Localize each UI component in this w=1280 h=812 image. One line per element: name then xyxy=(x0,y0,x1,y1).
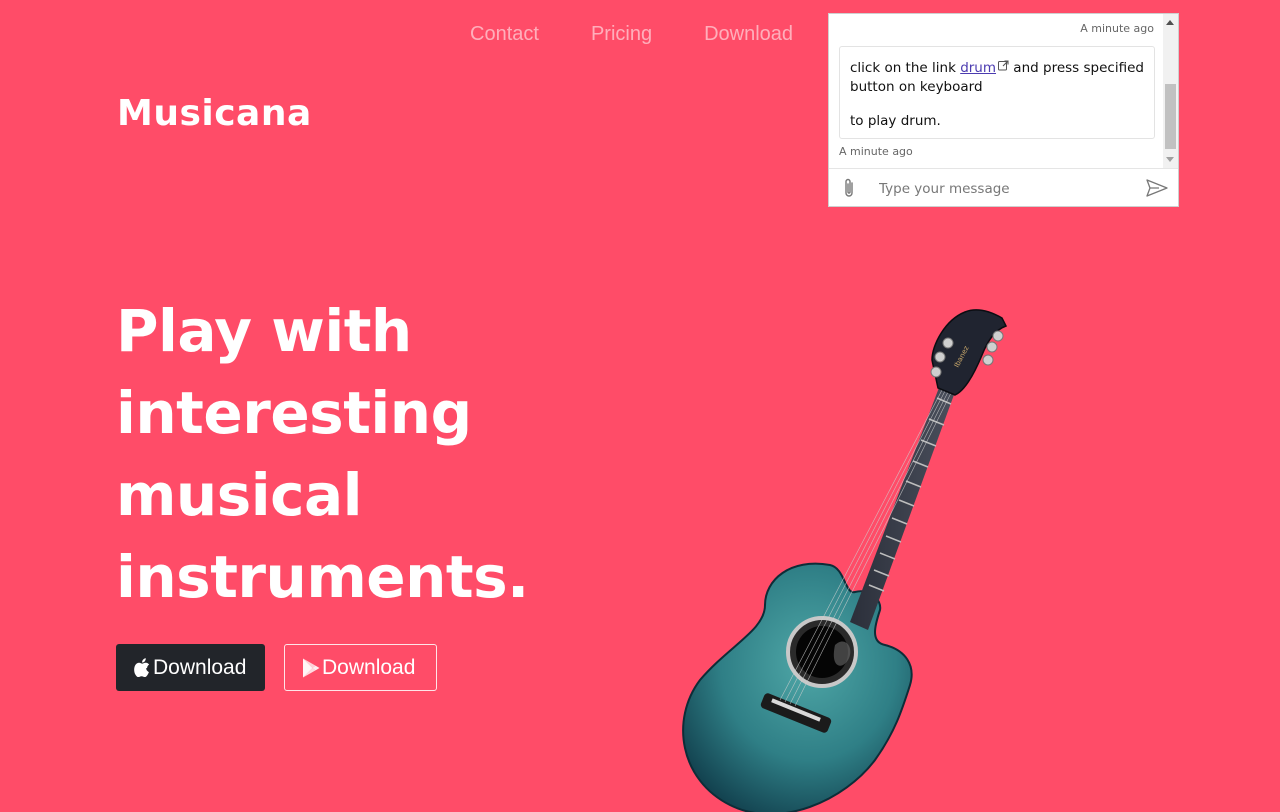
hero-headline: Play with interesting musical instrument… xyxy=(116,290,636,618)
hero-headline-line-1: Play with xyxy=(116,297,412,365)
scroll-down-arrow-icon[interactable] xyxy=(1166,157,1174,162)
play-store-download-button[interactable]: Download xyxy=(284,644,437,691)
hero-headline-line-4: instruments. xyxy=(116,543,529,611)
chat-log: A minute ago click on the link drum and … xyxy=(829,14,1164,168)
send-icon[interactable] xyxy=(1146,179,1168,197)
chat-message-text: click on the link drum and press specifi… xyxy=(850,58,1144,97)
top-nav: Contact Pricing Download xyxy=(470,18,845,50)
hero-headline-line-2: interesting xyxy=(116,379,472,447)
hero-headline-line-3: musical xyxy=(116,461,363,529)
chat-scrollbar[interactable] xyxy=(1163,14,1178,168)
chat-message-input[interactable] xyxy=(877,175,1141,203)
chat-widget: A minute ago click on the link drum and … xyxy=(828,13,1179,207)
play-store-download-label: Download xyxy=(322,655,416,679)
chat-message-second-line: to play drum. xyxy=(850,113,941,129)
drum-link[interactable]: drum xyxy=(960,60,996,76)
app-store-download-label: Download xyxy=(153,655,247,679)
brand-logo[interactable]: Musicana xyxy=(117,90,312,138)
chat-message-bubble: click on the link drum and press specifi… xyxy=(839,46,1155,139)
nav-download-link[interactable]: Download xyxy=(704,18,793,50)
message-timestamp-bottom: A minute ago xyxy=(839,145,913,158)
chat-input-row xyxy=(829,168,1178,206)
app-store-download-button[interactable]: Download xyxy=(116,644,265,691)
nav-pricing-link[interactable]: Pricing xyxy=(591,18,652,50)
apple-icon xyxy=(132,657,152,679)
play-store-icon xyxy=(301,657,321,679)
scroll-up-arrow-icon[interactable] xyxy=(1166,20,1174,25)
chat-message-prefix: click on the link xyxy=(850,60,961,76)
download-buttons: Download Download xyxy=(116,644,437,691)
external-link-icon xyxy=(998,58,1009,71)
message-timestamp: A minute ago xyxy=(1080,22,1154,35)
scroll-thumb[interactable] xyxy=(1165,84,1176,149)
guitar-image: Ibanez xyxy=(670,300,1020,812)
nav-contact-link[interactable]: Contact xyxy=(470,18,539,50)
paperclip-icon[interactable] xyxy=(841,177,857,199)
